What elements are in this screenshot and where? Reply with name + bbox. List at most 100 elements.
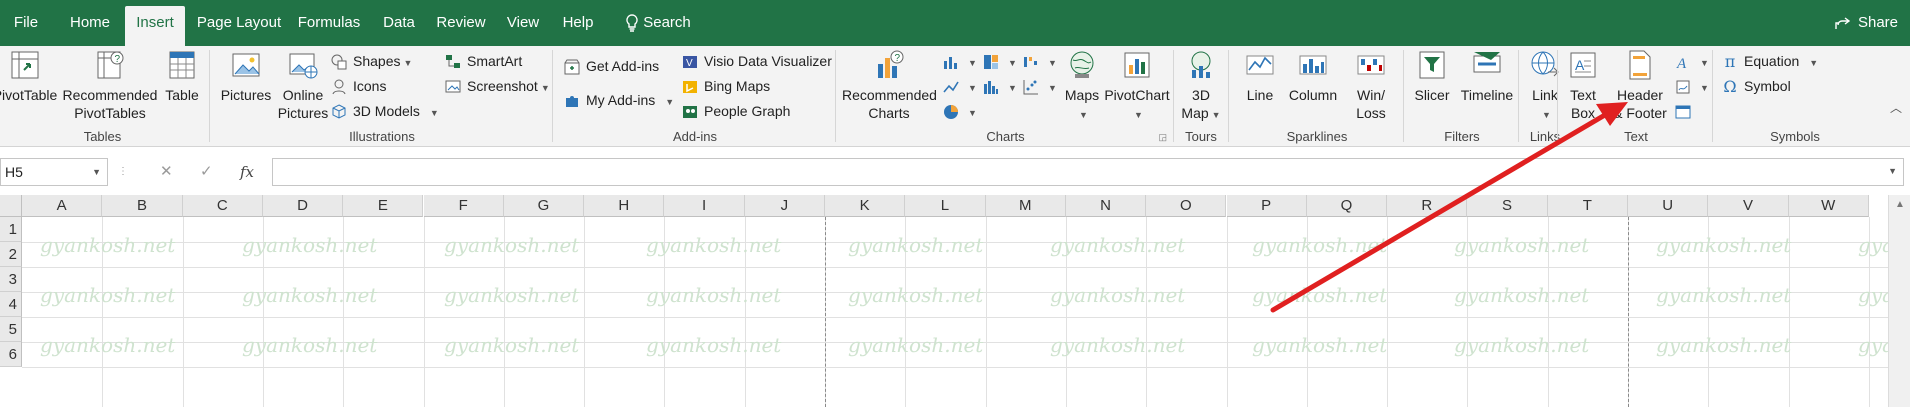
column-header-v[interactable]: V <box>1708 195 1789 217</box>
3d-map-button[interactable]: 3D Map ▼ <box>1178 48 1224 124</box>
pie-chart-button[interactable]: ▼ <box>942 99 977 123</box>
signature-line-button[interactable]: ▼ <box>1674 74 1709 98</box>
recommended-pivottables-button[interactable]: ? Recommended PivotTables <box>62 48 158 122</box>
sparkline-column-button[interactable]: Column <box>1285 48 1341 104</box>
screenshot-button[interactable]: Screenshot ▼ <box>444 74 550 98</box>
column-header-q[interactable]: Q <box>1306 195 1388 217</box>
sparkline-winloss-label-1: Win/ <box>1357 87 1385 103</box>
tab-review[interactable]: Review <box>432 6 490 46</box>
column-header-h[interactable]: H <box>584 195 665 217</box>
tab-data[interactable]: Data <box>374 6 424 46</box>
row-header-4[interactable]: 4 <box>0 292 22 317</box>
column-header-i[interactable]: I <box>664 195 745 217</box>
grid-column-line <box>584 217 586 407</box>
sparkline-line-button[interactable]: Line <box>1237 48 1283 104</box>
worksheet-grid[interactable]: A B C D E F G H I J K L M N O P Q R S T U V W 1 2 3 4 5 6 gyankosh.ne… <box>0 195 1910 407</box>
watermark-text: gyankosh.net <box>1454 283 1590 307</box>
people-graph-button[interactable]: People Graph <box>681 99 790 123</box>
line-chart-button[interactable]: ▼ <box>942 74 977 98</box>
online-pictures-button[interactable]: Online Pictures <box>274 48 332 122</box>
share-button[interactable]: Share <box>1834 6 1898 40</box>
scatter-chart-button[interactable]: ▼ <box>1022 74 1057 98</box>
column-header-n[interactable]: N <box>1065 195 1147 217</box>
tab-file[interactable]: File <box>4 6 48 46</box>
dialog-launcher-icon[interactable]: ◲ <box>1158 132 1167 143</box>
pivottable-button[interactable]: PivotTable <box>0 48 58 104</box>
column-chart-button[interactable]: ▼ <box>942 49 977 73</box>
my-addins-button[interactable]: My Add-ins ▼ <box>563 88 674 112</box>
pictures-label: Pictures <box>220 87 272 103</box>
timeline-button[interactable]: Timeline <box>1456 48 1518 104</box>
column-header-l[interactable]: L <box>905 195 986 217</box>
watermark-text: gyankosh.net <box>40 283 176 307</box>
3d-models-button[interactable]: 3D Models ▼ <box>330 99 439 123</box>
visio-data-visualizer-button[interactable]: V Visio Data Visualizer <box>681 49 832 73</box>
slicer-button[interactable]: Slicer <box>1408 48 1456 104</box>
row-header-6[interactable]: 6 <box>0 342 22 367</box>
column-header-e[interactable]: E <box>343 195 424 217</box>
column-header-d[interactable]: D <box>262 195 344 217</box>
tab-insert[interactable]: Insert <box>125 6 185 46</box>
column-header-g[interactable]: G <box>503 195 585 217</box>
wordart-icon: A <box>1676 56 1687 71</box>
ribbon-insert: PivotTable ? Recommended PivotTables Tab… <box>0 46 1910 147</box>
text-box-icon: A <box>1570 52 1596 78</box>
tab-page-layout[interactable]: Page Layout <box>192 6 286 46</box>
column-header-j[interactable]: J <box>744 195 825 217</box>
column-header-o[interactable]: O <box>1146 195 1227 217</box>
recommended-charts-button[interactable]: ? Recommended Charts <box>842 48 937 122</box>
column-header-b[interactable]: B <box>102 195 183 217</box>
icons-button[interactable]: Icons <box>330 74 386 98</box>
row-header-5[interactable]: 5 <box>0 317 22 342</box>
select-all-corner[interactable] <box>0 195 22 217</box>
column-header-w[interactable]: W <box>1788 195 1869 217</box>
tell-me-search[interactable]: Search <box>618 6 698 46</box>
object-button[interactable] <box>1674 99 1697 123</box>
table-label: Table <box>165 87 199 103</box>
maps-button[interactable]: Maps ▼ <box>1060 48 1104 124</box>
shapes-button[interactable]: Shapes ▼ <box>330 49 412 73</box>
row-header-1[interactable]: 1 <box>0 217 22 242</box>
column-header-f[interactable]: F <box>423 195 504 217</box>
column-header-r[interactable]: R <box>1387 195 1468 217</box>
pictures-button[interactable]: Pictures <box>218 48 274 104</box>
table-button[interactable]: Table <box>160 48 204 104</box>
equation-button[interactable]: π Equation ▼ <box>1721 49 1818 73</box>
header-footer-button[interactable]: Header & Footer <box>1608 48 1672 122</box>
statistic-chart-button[interactable]: ▼ <box>982 74 1017 98</box>
tab-home[interactable]: Home <box>60 6 120 46</box>
smartart-button[interactable]: SmartArt <box>444 49 522 73</box>
column-header-t[interactable]: T <box>1547 195 1628 217</box>
group-filters: Slicer Timeline Filters <box>1406 46 1518 147</box>
text-box-button[interactable]: A Text Box <box>1562 48 1604 122</box>
column-header-s[interactable]: S <box>1467 195 1548 217</box>
wordart-button[interactable]: A ▼ <box>1674 49 1709 73</box>
bing-maps-button[interactable]: Bing Maps <box>681 74 770 98</box>
formula-input[interactable]: ▼ <box>272 158 1904 186</box>
column-header-u[interactable]: U <box>1628 195 1709 217</box>
column-header-m[interactable]: M <box>985 195 1066 217</box>
row-header-3[interactable]: 3 <box>0 267 22 292</box>
cancel-entry-button[interactable]: ✕ <box>160 158 173 186</box>
tab-help[interactable]: Help <box>556 6 600 46</box>
name-box[interactable]: H5 ▼ <box>0 158 108 186</box>
row-header-2[interactable]: 2 <box>0 242 22 267</box>
pivotchart-button[interactable]: PivotChart ▼ <box>1102 48 1172 124</box>
collapse-ribbon-icon[interactable]: ︿ <box>1890 99 1902 116</box>
get-addins-button[interactable]: Get Add-ins <box>563 54 659 78</box>
vertical-scrollbar[interactable]: ▲ <box>1888 195 1910 407</box>
formula-bar: H5 ▼ ⋮ ✕ ✓ fx ▼ <box>0 156 1910 190</box>
hierarchy-chart-button[interactable]: ▼ <box>982 49 1017 73</box>
waterfall-chart-button[interactable]: ▼ <box>1022 49 1057 73</box>
tab-view[interactable]: View <box>498 6 548 46</box>
column-header-p[interactable]: P <box>1226 195 1307 217</box>
column-header-a[interactable]: A <box>22 195 103 217</box>
scroll-up-arrow-icon[interactable]: ▲ <box>1895 199 1905 210</box>
enter-entry-button[interactable]: ✓ <box>200 158 213 186</box>
tab-formulas[interactable]: Formulas <box>292 6 366 46</box>
insert-function-button[interactable]: fx <box>240 158 254 186</box>
symbol-button[interactable]: Ω Symbol <box>1721 74 1790 98</box>
column-header-c[interactable]: C <box>182 195 263 217</box>
column-header-k[interactable]: K <box>825 195 906 217</box>
sparkline-winloss-button[interactable]: Win/ Loss <box>1343 48 1399 122</box>
